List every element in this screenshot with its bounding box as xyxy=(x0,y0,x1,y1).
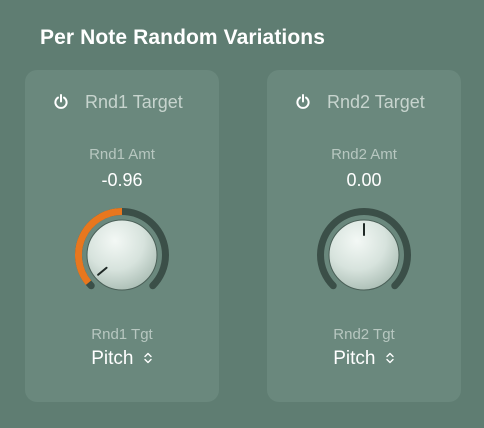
chevron-up-down-icon xyxy=(144,352,152,364)
rnd2-target-label: Rnd2 Target xyxy=(327,92,425,112)
knob-cap xyxy=(86,219,158,291)
rnd1-power-button[interactable] xyxy=(53,94,69,110)
rnd2-tgt-label: Rnd2 Tgt xyxy=(333,326,395,343)
rnd2-amount-knob[interactable] xyxy=(311,202,417,308)
rnd1-amount-knob[interactable] xyxy=(69,202,175,308)
rnd1-amount-value: -0.96 xyxy=(101,170,143,190)
rnd2-amount-label: Rnd2 Amt xyxy=(331,146,397,163)
rnd1-target-value: Pitch xyxy=(91,348,134,369)
rnd1-target-select[interactable]: Pitch xyxy=(25,348,219,370)
section-title: Per Note Random Variations xyxy=(40,26,326,49)
power-icon xyxy=(296,94,310,109)
rnd2-target-value: Pitch xyxy=(333,348,376,369)
rnd2-panel: Rnd2 Target Rnd2 Amt 0.00 Rnd2 Tgt Pitch xyxy=(267,70,461,402)
rnd2-amount-value: 0.00 xyxy=(346,170,382,190)
rnd1-panel: Rnd1 Target Rnd1 Amt -0.96 Rnd1 Tgt Pitc… xyxy=(25,70,219,402)
rnd2-target-select[interactable]: Pitch xyxy=(267,348,461,370)
rnd1-amount-label: Rnd1 Amt xyxy=(89,146,155,163)
rnd1-tgt-label: Rnd1 Tgt xyxy=(91,326,153,343)
rnd1-target-label: Rnd1 Target xyxy=(85,92,183,112)
chevron-up-down-icon xyxy=(386,352,394,364)
rnd2-power-button[interactable] xyxy=(295,94,311,110)
power-icon xyxy=(54,94,68,109)
